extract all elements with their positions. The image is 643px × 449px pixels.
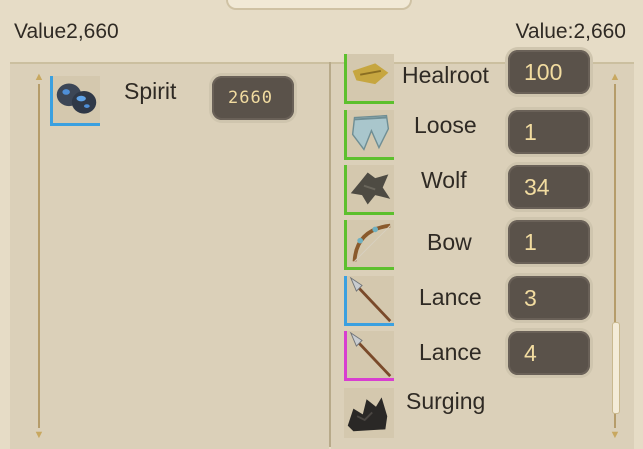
top-tab bbox=[226, 0, 412, 10]
item-name-wolf: Wolf bbox=[421, 167, 467, 193]
item-name-spirit: Spirit bbox=[124, 78, 177, 104]
item-name-lance-pink: Lance bbox=[419, 339, 482, 365]
item-count-lance-pink: 4 bbox=[508, 331, 590, 375]
herb-icon bbox=[352, 63, 389, 85]
scroll-down-icon[interactable]: ▼ bbox=[609, 428, 621, 442]
item-count-spirit: 2660 bbox=[212, 76, 294, 120]
scroll-thumb[interactable] bbox=[612, 322, 620, 414]
item-slot-lance-blue[interactable] bbox=[344, 276, 394, 326]
spear-icon bbox=[349, 276, 392, 323]
coal-icon bbox=[347, 397, 388, 432]
scroll-track bbox=[38, 84, 40, 428]
item-name-loose: Loose bbox=[414, 112, 477, 138]
item-name-surging: Surging bbox=[406, 388, 486, 414]
item-count-wolf: 34 bbox=[508, 165, 590, 209]
item-slot-surging[interactable] bbox=[344, 388, 394, 438]
item-count-loose: 1 bbox=[508, 110, 590, 154]
item-slot-spirit[interactable] bbox=[50, 76, 100, 126]
scroll-down-icon[interactable]: ▼ bbox=[33, 428, 45, 442]
left-scrollbar[interactable]: ▲ ▼ bbox=[33, 70, 45, 442]
pants-icon bbox=[351, 114, 390, 151]
right-value-label: Value:2,660 bbox=[515, 20, 626, 43]
item-slot-wolf[interactable] bbox=[344, 165, 394, 215]
item-name-lance-blue: Lance bbox=[419, 284, 482, 310]
bow-icon bbox=[352, 223, 391, 262]
item-count-healroot: 100 bbox=[508, 50, 590, 94]
item-slot-healroot[interactable] bbox=[344, 54, 394, 104]
scroll-up-icon[interactable]: ▲ bbox=[33, 70, 45, 84]
item-slot-loose[interactable] bbox=[344, 110, 394, 160]
left-value-label: Value2,660 bbox=[14, 20, 119, 43]
scroll-up-icon[interactable]: ▲ bbox=[609, 70, 621, 84]
item-slot-bow[interactable] bbox=[344, 220, 394, 270]
item-count-lance-blue: 3 bbox=[508, 276, 590, 320]
wolf-pelt-icon bbox=[350, 172, 391, 205]
right-scrollbar[interactable]: ▲ ▼ bbox=[609, 70, 621, 442]
item-name-bow: Bow bbox=[427, 229, 472, 255]
item-name-healroot: Healroot bbox=[402, 62, 489, 88]
item-slot-lance-pink[interactable] bbox=[344, 331, 394, 381]
ore-icon bbox=[56, 83, 97, 114]
spear-icon bbox=[349, 331, 392, 378]
item-count-bow: 1 bbox=[508, 220, 590, 264]
